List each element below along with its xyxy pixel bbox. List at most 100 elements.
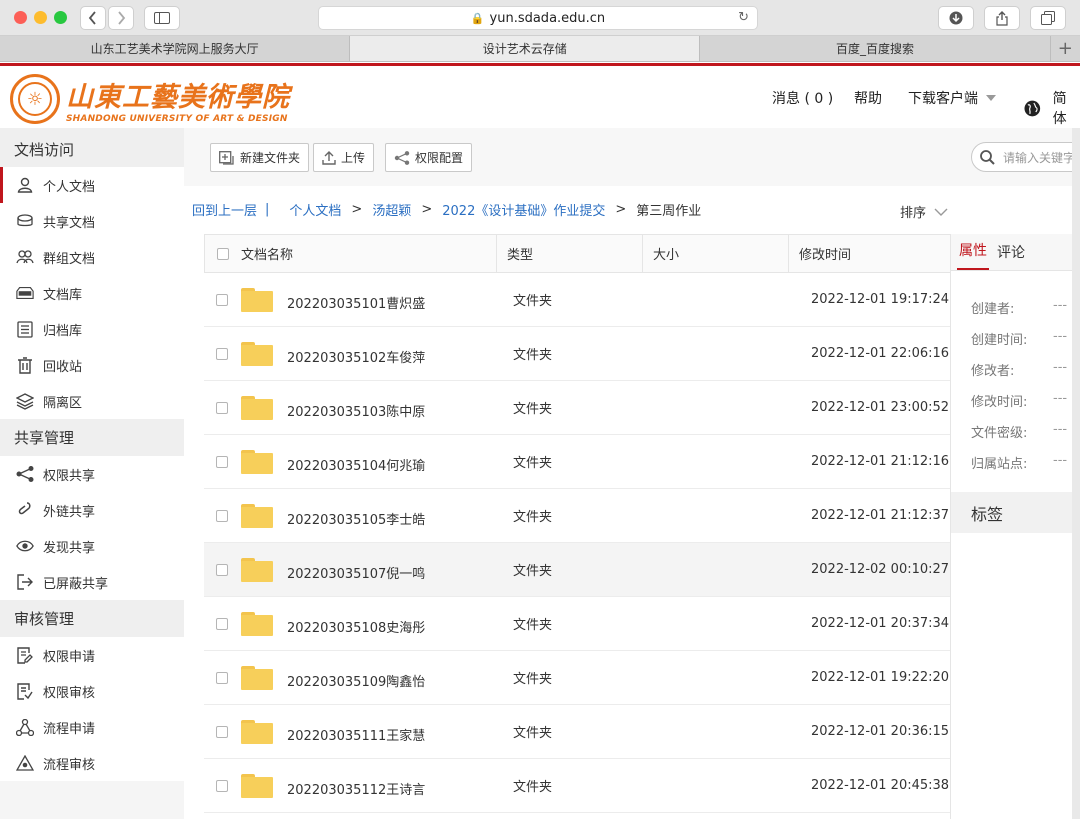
tags-section-title[interactable]: 标签	[951, 492, 1080, 533]
breadcrumb-item[interactable]: 汤超颖	[372, 200, 411, 219]
breadcrumb-item[interactable]: 2022《设计基础》作业提交	[442, 200, 605, 219]
row-checkbox[interactable]	[216, 401, 228, 414]
column-header-size[interactable]: 大小	[653, 244, 679, 263]
browser-tab[interactable]: 山东工艺美术学院网上服务大厅	[0, 36, 351, 61]
downloads-button[interactable]	[938, 6, 974, 30]
search-input[interactable]: 请输入关键字	[971, 142, 1080, 172]
sidebar-item-flow-review[interactable]: 流程审核	[0, 745, 184, 781]
table-row[interactable]: 202203035105李士皓 文件夹 2022-12-01 21:12:37	[204, 489, 952, 543]
messages-link[interactable]: 消息 ( 0 )	[772, 88, 833, 108]
sidebar-item-label: 文档库	[43, 287, 83, 303]
sidebar-item-personal-docs[interactable]: 个人文档	[0, 167, 184, 203]
tab-properties[interactable]: 属性	[957, 240, 989, 270]
table-row[interactable]: 202203035103陈中原 文件夹 2022-12-01 23:00:52	[204, 381, 952, 435]
file-name[interactable]: 202203035112王诗言	[287, 779, 425, 798]
row-checkbox[interactable]	[216, 455, 228, 468]
sidebar-item-recycle-bin[interactable]: 回收站	[0, 347, 184, 383]
new-folder-button[interactable]: 新建文件夹	[210, 143, 310, 172]
file-name[interactable]: 202203035101曹炽盛	[287, 293, 425, 312]
close-window-button[interactable]	[14, 11, 27, 24]
school-logo[interactable]: ☼ 山東工藝美術學院 SHANDONG UNIVERSITY OF ART & …	[10, 74, 290, 124]
help-link[interactable]: 帮助	[854, 88, 882, 108]
browser-tab-active[interactable]: 设计艺术云存储	[350, 36, 701, 61]
sidebar-item-shared-docs[interactable]: 共享文档	[0, 203, 184, 239]
forward-button[interactable]	[108, 6, 134, 30]
help-label: 帮助	[854, 91, 882, 107]
file-type: 文件夹	[513, 294, 553, 309]
sidebar-item-permission-request[interactable]: 权限申请	[0, 637, 184, 673]
row-checkbox[interactable]	[216, 671, 228, 684]
minimize-window-button[interactable]	[34, 11, 47, 24]
breadcrumb-item[interactable]: 个人文档	[289, 200, 341, 219]
table-row[interactable]: 202203035108史海彤 文件夹 2022-12-01 20:37:34	[204, 597, 952, 651]
property-label: 创建时间:	[971, 333, 1028, 348]
share-button[interactable]	[984, 6, 1020, 30]
property-value: ---	[1053, 453, 1068, 468]
table-row[interactable]: 202203035107倪一鸣 文件夹 2022-12-02 00:10:27	[204, 543, 952, 597]
select-all-checkbox[interactable]	[217, 247, 229, 260]
new-tab-button[interactable]: +	[1051, 36, 1080, 61]
row-checkbox[interactable]	[216, 563, 228, 576]
file-name[interactable]: 202203035104何兆瑜	[287, 455, 425, 474]
tab-comments[interactable]: 评论	[995, 242, 1027, 270]
site-header: ☼ 山東工藝美術學院 SHANDONG UNIVERSITY OF ART & …	[0, 66, 1080, 128]
sidebar-item-discover-share[interactable]: 发现共享	[0, 528, 184, 564]
folder-icon	[241, 611, 273, 636]
zoom-window-button[interactable]	[54, 11, 67, 24]
caret-down-icon	[986, 95, 996, 101]
file-name[interactable]: 202203035105李士皓	[287, 509, 425, 528]
browser-tab[interactable]: 百度_百度搜索	[700, 36, 1051, 61]
back-button[interactable]	[80, 6, 106, 30]
table-row[interactable]: 202203035109陶鑫怡 文件夹 2022-12-01 19:22:20	[204, 651, 952, 705]
row-checkbox[interactable]	[216, 779, 228, 792]
file-name[interactable]: 202203035109陶鑫怡	[287, 671, 425, 690]
file-modified: 2022-12-01 21:12:16	[811, 454, 950, 469]
reload-icon[interactable]: ↻	[738, 10, 749, 25]
property-label: 修改时间:	[971, 395, 1028, 410]
row-checkbox[interactable]	[216, 509, 228, 522]
row-checkbox[interactable]	[216, 725, 228, 738]
file-name[interactable]: 202203035108史海彤	[287, 617, 425, 636]
tabs-overview-button[interactable]	[1030, 6, 1066, 30]
language-selector[interactable]: 简体	[1024, 88, 1080, 128]
file-name[interactable]: 202203035102车俊萍	[287, 347, 425, 366]
upload-button[interactable]: 上传	[313, 143, 375, 172]
row-checkbox[interactable]	[216, 293, 228, 306]
sidebar-item-quarantine[interactable]: 隔离区	[0, 383, 184, 419]
file-type: 文件夹	[513, 402, 553, 417]
column-header-type[interactable]: 类型	[507, 244, 533, 263]
table-row[interactable]: 202203035111王家慧 文件夹 2022-12-01 20:36:15	[204, 705, 952, 759]
table-row[interactable]: 202203035112王诗言 文件夹 2022-12-01 20:45:38	[204, 759, 952, 813]
column-header-name[interactable]: 文档名称	[241, 244, 293, 263]
file-name[interactable]: 202203035107倪一鸣	[287, 563, 425, 582]
sidebar-item-archive[interactable]: 归档库	[0, 311, 184, 347]
sidebar-item-library[interactable]: 文档库	[0, 275, 184, 311]
sidebar-item-flow-request[interactable]: 流程申请	[0, 709, 184, 745]
sidebar-item-permission-review[interactable]: 权限审核	[0, 673, 184, 709]
sidebar-item-label: 共享文档	[43, 215, 96, 231]
download-client-label: 下载客户端	[908, 91, 978, 107]
sidebar-toggle-button[interactable]	[144, 6, 180, 30]
file-type: 文件夹	[513, 726, 553, 741]
sidebar-item-group-docs[interactable]: 群组文档	[0, 239, 184, 275]
breadcrumb-back-link[interactable]: 回到上一层	[192, 200, 257, 219]
permission-config-button[interactable]: 权限配置	[385, 143, 473, 172]
sort-dropdown[interactable]: 排序	[900, 202, 948, 221]
file-modified: 2022-12-01 22:06:16	[811, 346, 950, 361]
sidebar-item-permission-share[interactable]: 权限共享	[0, 456, 184, 492]
table-row[interactable]: 202203035101曹炽盛 文件夹 2022-12-01 19:17:24	[204, 273, 952, 327]
property-label: 修改者:	[971, 364, 1015, 379]
sidebar-item-label: 回收站	[43, 359, 83, 375]
address-bar[interactable]: 🔒 yun.sdada.edu.cn ↻	[318, 6, 758, 30]
file-name[interactable]: 202203035111王家慧	[287, 725, 425, 744]
file-name[interactable]: 202203035103陈中原	[287, 401, 425, 420]
table-row[interactable]: 202203035104何兆瑜 文件夹 2022-12-01 21:12:16	[204, 435, 952, 489]
property-value: ---	[1053, 360, 1068, 375]
sidebar-item-blocked-share[interactable]: 已屏蔽共享	[0, 564, 184, 600]
row-checkbox[interactable]	[216, 347, 228, 360]
column-header-modified[interactable]: 修改时间	[799, 244, 851, 263]
sidebar-item-link-share[interactable]: 外链共享	[0, 492, 184, 528]
row-checkbox[interactable]	[216, 617, 228, 630]
table-row[interactable]: 202203035102车俊萍 文件夹 2022-12-01 22:06:16	[204, 327, 952, 381]
download-client-link[interactable]: 下载客户端	[908, 88, 996, 108]
